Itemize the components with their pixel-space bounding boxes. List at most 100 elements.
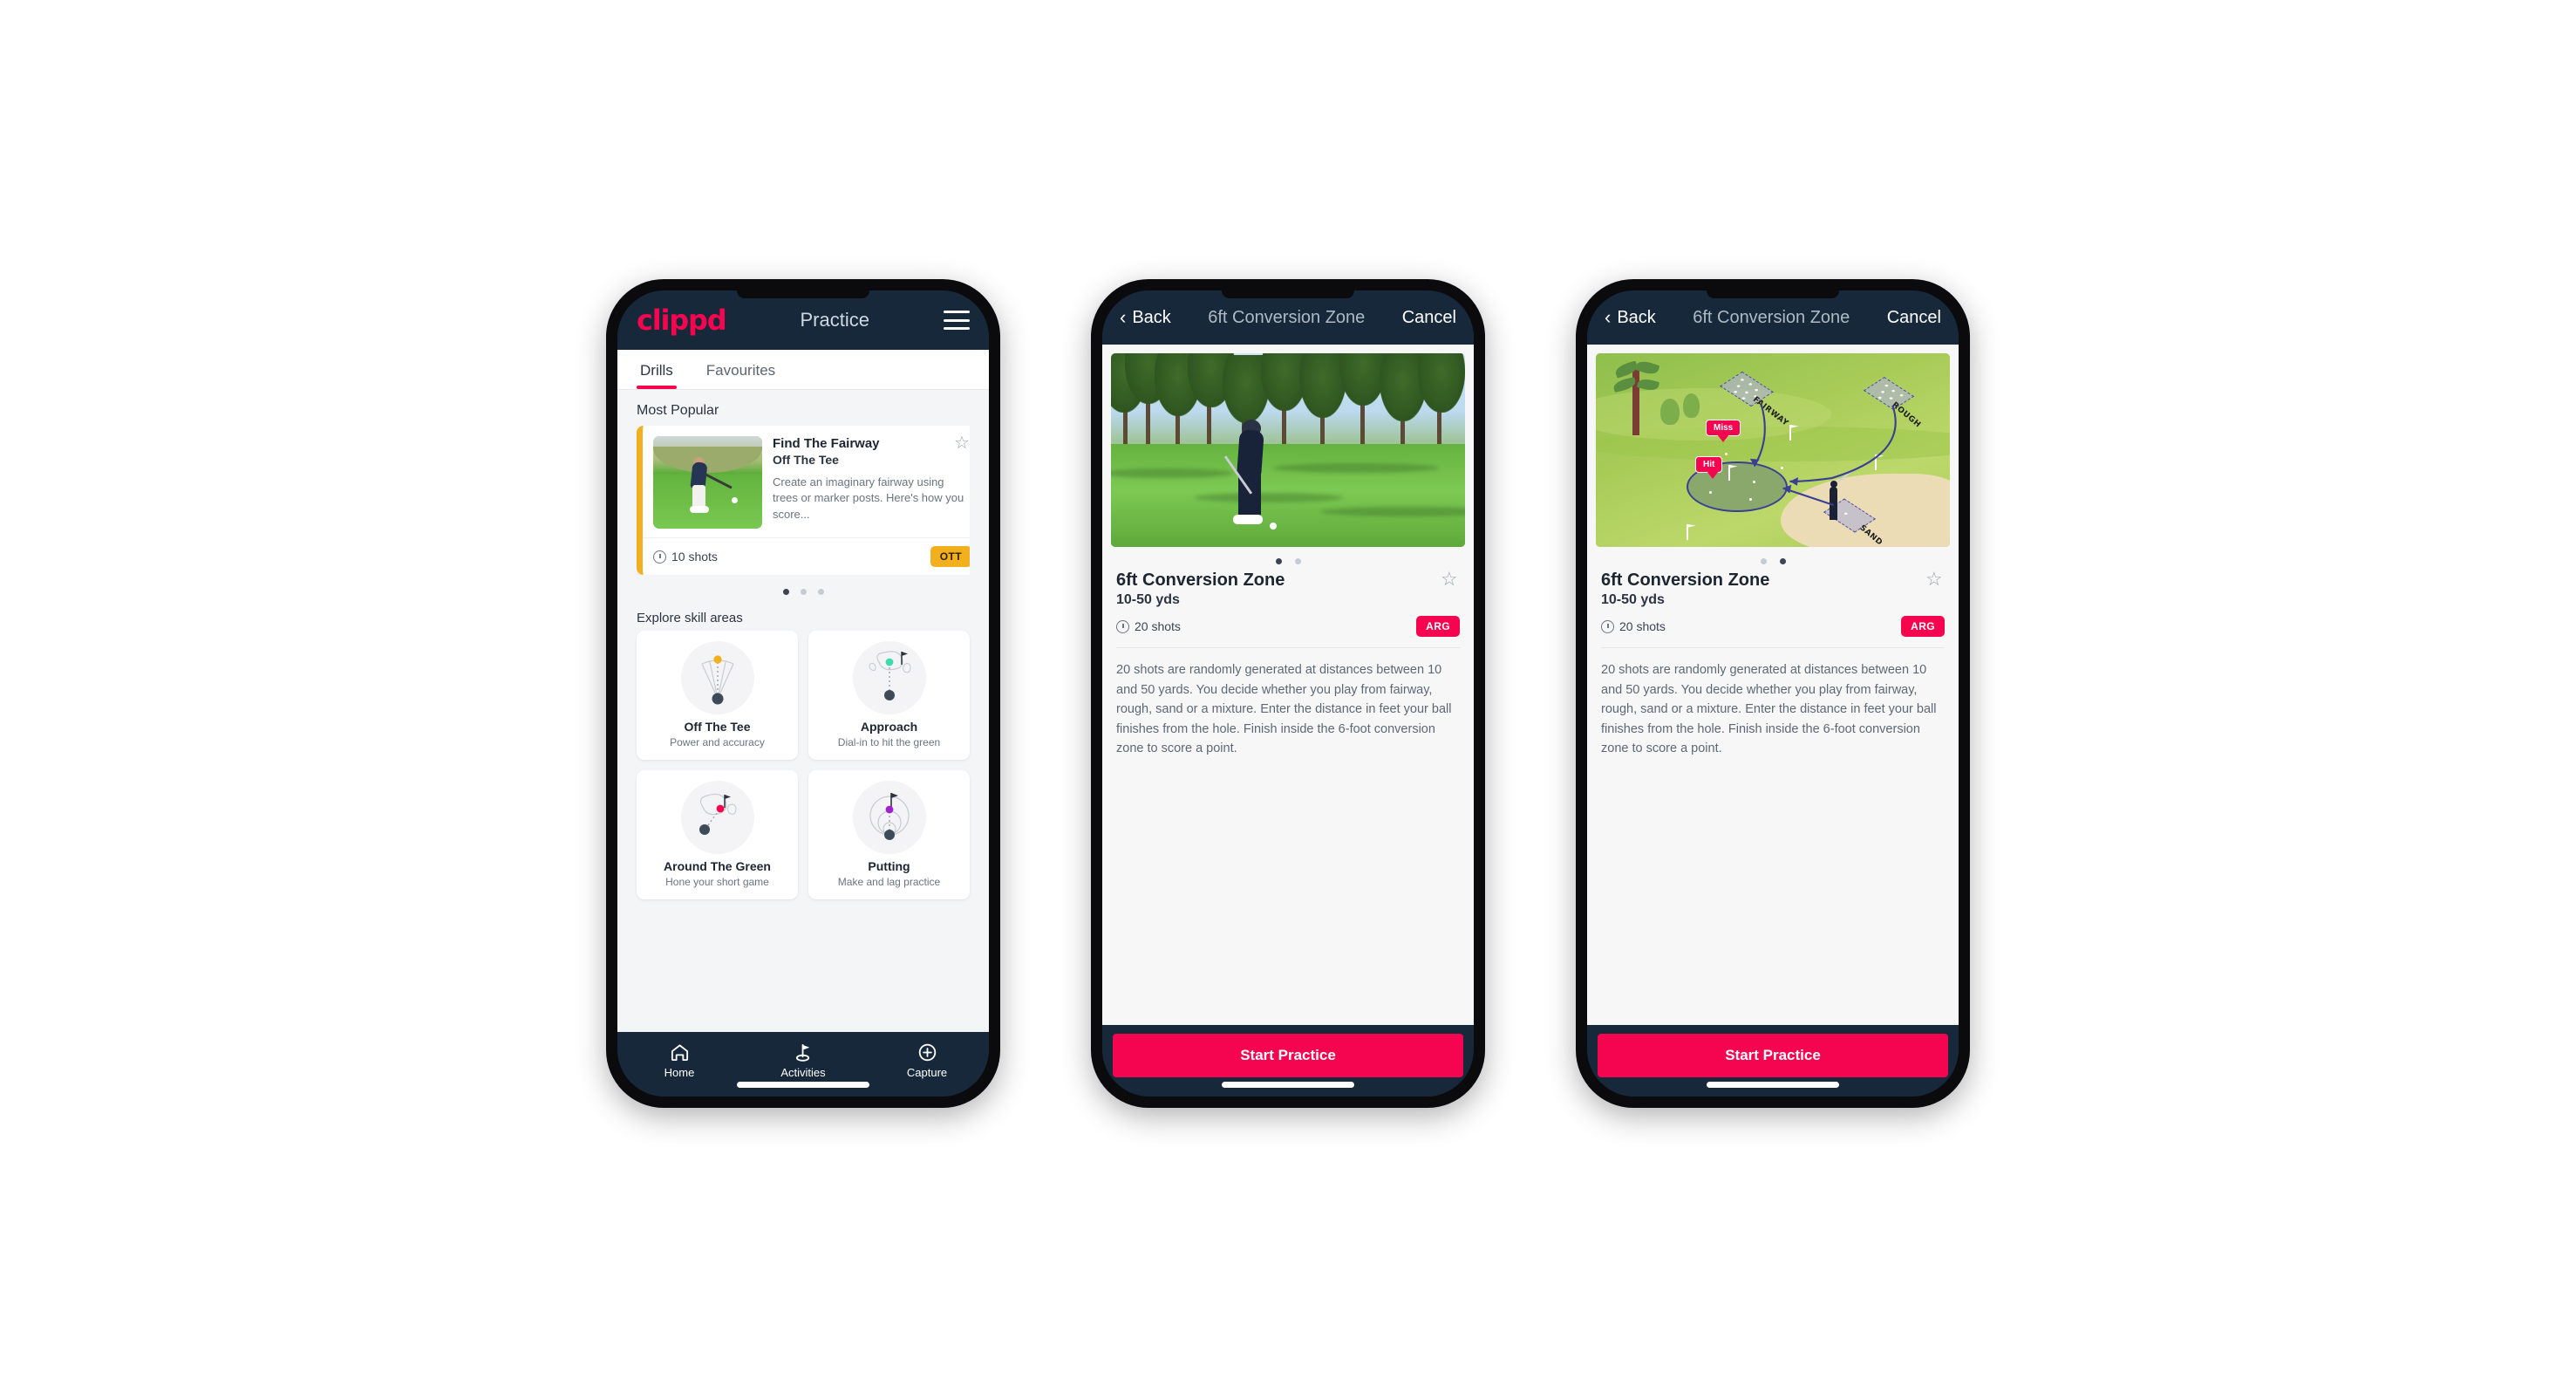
approach-green-icon [852, 641, 926, 714]
practice-screen: Drills Favourites Most Popular ☆ Find Th… [617, 350, 989, 1032]
tee-fan-icon [680, 641, 754, 714]
drill-detail-screen: 6ft Conversion Zone ☆ 10-50 yds 20 shots… [1102, 345, 1474, 1025]
skill-badge-arg: ARG [1416, 616, 1460, 637]
shots-label: 10 shots [671, 550, 718, 564]
detail-nav-title: 6ft Conversion Zone [1693, 307, 1850, 327]
around-green-icon [680, 781, 754, 854]
skill-name: Off The Tee [684, 720, 751, 734]
home-indicator [737, 1082, 869, 1088]
tabbar-item-capture[interactable]: Capture [865, 1041, 989, 1079]
media-dots [1111, 547, 1465, 571]
skills-heading: Explore skill areas [637, 611, 743, 625]
home-indicator [1707, 1082, 1839, 1088]
phone-mockup-1: clippd Practice Drills Favourites Most P… [606, 279, 1000, 1108]
drill-media-illustration[interactable]: FAIRWAY ROUGH SAND Miss Hit [1596, 353, 1950, 547]
media-dot[interactable] [1779, 558, 1786, 564]
screenshot-stage: clippd Practice Drills Favourites Most P… [0, 0, 2576, 1387]
drill-description: 20 shots are randomly generated at dista… [1116, 663, 1452, 756]
plus-circle-icon [865, 1041, 989, 1063]
drill-title: 6ft Conversion Zone [1116, 571, 1285, 590]
phone-notch [737, 290, 869, 298]
skill-badge-arg: ARG [1901, 616, 1945, 637]
skill-subtitle: Power and accuracy [670, 736, 765, 748]
skill-card-off-the-tee[interactable]: Off The Tee Power and accuracy [637, 631, 798, 760]
drill-title: 6ft Conversion Zone [1601, 571, 1770, 590]
skills-grid: Off The Tee Power and accuracy Approach … [617, 631, 989, 908]
skill-subtitle: Hone your short game [665, 876, 769, 888]
drill-media-photo[interactable] [1111, 353, 1465, 547]
putting-rings-icon [852, 781, 926, 854]
drill-thumbnail [653, 436, 762, 529]
skill-name: Putting [868, 859, 910, 873]
drill-shots: 20 shots [1601, 619, 1666, 633]
star-outline-icon[interactable]: ☆ [954, 434, 970, 453]
tabbar-label: Activities [780, 1066, 826, 1079]
drill-carousel: ☆ Find The Fairway Off The Tee Create an… [617, 426, 989, 600]
chevron-left-icon: ‹ [1605, 306, 1612, 328]
tab-favourites[interactable]: Favourites [703, 350, 779, 389]
cancel-button[interactable]: Cancel [1887, 308, 1941, 328]
media-dot[interactable] [1294, 558, 1301, 564]
media-dot[interactable] [1275, 558, 1282, 564]
skill-badge-ott: OTT [930, 546, 970, 567]
back-label: Back [1617, 307, 1656, 327]
back-label: Back [1132, 307, 1171, 327]
chevron-left-icon: ‹ [1120, 306, 1127, 328]
skill-card-around-the-green[interactable]: Around The Green Hone your short game [637, 770, 798, 899]
tabbar-item-home[interactable]: Home [617, 1041, 741, 1079]
home-indicator [1222, 1082, 1354, 1088]
skill-card-putting[interactable]: Putting Make and lag practice [808, 770, 970, 899]
drill-detail-screen: FAIRWAY ROUGH SAND Miss Hit 6ft Conversi… [1587, 345, 1959, 1025]
skill-name: Approach [860, 720, 918, 734]
clock-icon [653, 550, 666, 564]
phone-mockup-3: ‹ Back 6ft Conversion Zone Cancel FAIRWA… [1576, 279, 1970, 1108]
phone-notch [1222, 290, 1354, 298]
hamburger-icon[interactable] [944, 311, 970, 330]
drill-description: Create an imaginary fairway using trees … [773, 475, 964, 521]
golf-flag-icon [741, 1041, 865, 1063]
skill-subtitle: Dial-in to hit the green [837, 736, 941, 748]
phone-notch [1707, 290, 1839, 298]
carousel-dots [637, 575, 970, 600]
tabbar-label: Capture [906, 1066, 948, 1079]
carousel-dot[interactable] [817, 589, 824, 595]
drill-shots: 10 shots [653, 550, 718, 564]
callout-hit: Hit [1695, 456, 1723, 479]
star-outline-icon[interactable]: ☆ [1925, 570, 1945, 590]
drill-detail-block: 6ft Conversion Zone ☆ 10-50 yds 20 shots… [1596, 570, 1950, 648]
clock-icon [1601, 619, 1614, 633]
back-button[interactable]: ‹ Back [1120, 308, 1171, 328]
most-popular-heading: Most Popular [637, 403, 719, 418]
carousel-dot[interactable] [782, 589, 789, 595]
phone-3-screen: ‹ Back 6ft Conversion Zone Cancel FAIRWA… [1587, 290, 1959, 1097]
home-icon [617, 1041, 741, 1063]
detail-nav-title: 6ft Conversion Zone [1208, 307, 1366, 327]
media-dot[interactable] [1760, 558, 1767, 564]
tab-drills[interactable]: Drills [637, 350, 677, 389]
phone-1-screen: clippd Practice Drills Favourites Most P… [617, 290, 989, 1097]
media-dots [1596, 547, 1950, 571]
drill-card[interactable]: ☆ Find The Fairway Off The Tee Create an… [637, 426, 970, 575]
detail-navbar: ‹ Back 6ft Conversion Zone Cancel [1587, 290, 1959, 345]
start-practice-button[interactable]: Start Practice [1113, 1034, 1463, 1077]
callout-miss: Miss [1706, 420, 1741, 442]
carousel-dot[interactable] [800, 589, 807, 595]
drill-shots: 20 shots [1116, 619, 1181, 633]
back-button[interactable]: ‹ Back [1605, 308, 1656, 328]
page-title: Practice [800, 309, 869, 331]
star-outline-icon[interactable]: ☆ [1441, 570, 1460, 590]
clock-icon [1116, 619, 1129, 633]
cancel-button[interactable]: Cancel [1402, 308, 1456, 328]
drill-description: 20 shots are randomly generated at dista… [1601, 663, 1937, 756]
drill-distance: 10-50 yds [1116, 592, 1180, 607]
tabbar-item-activities[interactable]: Activities [741, 1041, 865, 1079]
shots-label: 20 shots [1135, 619, 1181, 633]
app-navbar: clippd Practice [617, 290, 989, 350]
drill-name: Find The Fairway [773, 436, 880, 451]
skill-name: Around The Green [664, 859, 771, 873]
phone-2-screen: ‹ Back 6ft Conversion Zone Cancel 6ft Co… [1102, 290, 1474, 1097]
start-practice-button[interactable]: Start Practice [1598, 1034, 1948, 1077]
drill-detail-block: 6ft Conversion Zone ☆ 10-50 yds 20 shots… [1111, 570, 1465, 648]
skill-card-approach[interactable]: Approach Dial-in to hit the green [808, 631, 970, 760]
shots-label: 20 shots [1619, 619, 1666, 633]
